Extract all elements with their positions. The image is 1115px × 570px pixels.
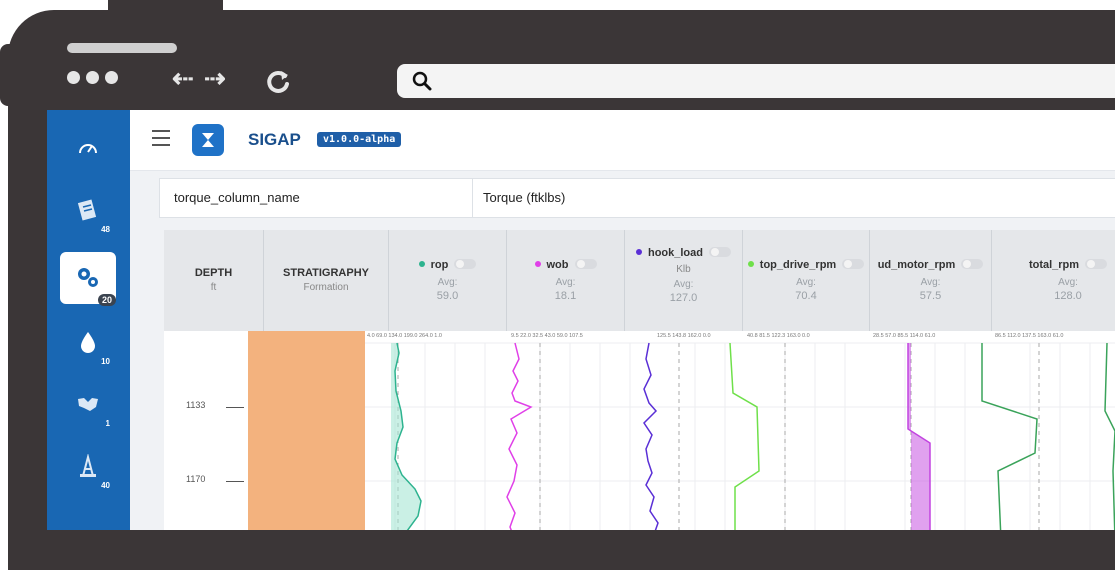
avg-label: Avg: [796,277,816,288]
depth-track: 1133 1170 [164,331,248,530]
sidebar-item-partners[interactable]: 1 [60,378,116,430]
channel-toggle[interactable] [1085,258,1108,269]
legend-swatch [418,260,425,267]
depth-tick-line [226,481,244,482]
log-header: DEPTH ft STRATIGRAPHY Formation rop Avg:… [164,230,1115,331]
window-dot[interactable] [67,71,80,84]
channel-name: ud_motor_rpm [877,259,956,271]
well-log-panel: DEPTH ft STRATIGRAPHY Formation rop Avg:… [164,230,1115,530]
channel-name: total_rpm [1028,259,1080,271]
log-curves [365,342,1115,530]
channel-name: hook_load [647,247,703,259]
channel-header-hook-load: hook_load Klb Avg: 127.0 [625,230,743,331]
avg-label: Avg: [1058,277,1078,288]
channel-header-rop: rop Avg: 59.0 [389,230,507,331]
handshake-icon [78,398,98,411]
forward-arrow-icon[interactable]: ⇢ [204,63,226,93]
sidebar-item-dashboard[interactable] [60,122,116,174]
sidebar-badge: 40 [101,481,110,490]
top-drive-rpm-curve [729,342,760,530]
sidebar-badge: 20 [97,294,116,306]
depth-tick-line [226,407,244,408]
depth-unit: ft [210,282,217,293]
window-dot[interactable] [86,71,99,84]
browser-tab[interactable] [67,43,177,53]
channel-name: wob [546,259,569,271]
formation-band [248,331,365,530]
avg-label: Avg: [920,277,941,288]
depth-header-label: DEPTH [194,267,233,279]
channel-name: top_drive_rpm [759,259,837,271]
sidebar-badge: 48 [101,225,110,234]
avg-value: 59.0 [436,290,459,302]
oil-rig-icon [80,454,96,477]
drop-icon [81,332,95,353]
app-logo [192,124,224,156]
sidebar-item-operations[interactable]: 20 [60,252,116,306]
channel-header-wob: wob Avg: 18.1 [507,230,625,331]
gauge-icon [79,144,97,154]
legend-swatch [747,260,754,267]
back-arrow-icon[interactable]: ⇠ [172,63,194,93]
channel-toggle[interactable] [709,246,731,257]
avg-value: 18.1 [554,290,577,302]
channel-name: rop [430,259,449,271]
stratigraphy-header: STRATIGRAPHY Formation [264,230,389,331]
menu-icon[interactable] [152,130,170,151]
channel-toggle[interactable] [574,258,597,269]
avg-value: 57.5 [919,290,942,302]
depth-tick-label: 1170 [186,474,206,484]
parameter-key: torque_column_name [174,190,300,205]
channel-toggle[interactable] [454,258,477,269]
hook-load-curve [643,342,659,530]
wob-curve [506,342,533,530]
window-dot[interactable] [105,71,118,84]
browser-tab-notch [108,0,223,14]
sidebar-badge: 1 [105,419,110,428]
browser-tab-ear [0,44,60,106]
sidebar-badge: 10 [101,357,110,366]
address-bar[interactable] [397,64,1115,98]
channel-header-total-rpm: total_rpm Avg: 128.0 [992,230,1115,331]
app-name: SIGAP [248,130,301,149]
top-bar: SIGAP v1.0.0-alpha [130,110,1115,171]
sidebar-item-reports[interactable]: 48 [60,184,116,236]
app-screen: 48 20 10 1 40 SIGAP v1.0.0-alpha torque_… [47,110,1115,530]
reload-icon[interactable] [265,68,293,96]
depth-tick-label: 1133 [186,400,206,410]
legend-swatch [534,260,541,267]
channel-header-ud-motor-rpm: ud_motor_rpm Avg: 57.5 [870,230,992,331]
stratigraphy-sub: Formation [303,282,349,293]
channel-unit: Klb [676,264,691,275]
sidebar-item-fluids[interactable]: 10 [60,316,116,368]
log-tracks: 4.0 69.0 134.0 199.0 264.0 1.0 9.5 22.0 … [365,331,1115,530]
channel-toggle[interactable] [842,258,865,269]
parameter-row: torque_column_name Torque (ftklbs) [159,178,1115,218]
channel-toggle[interactable] [961,258,984,269]
total-rpm-curve-2 [1104,342,1115,530]
avg-label: Avg: [437,277,458,288]
sidebar-item-rigs[interactable]: 40 [60,440,116,492]
depth-header: DEPTH ft [164,230,264,331]
window-controls [67,71,118,84]
avg-label: Avg: [555,277,576,288]
sidebar: 48 20 10 1 40 [47,110,130,530]
avg-label: Avg: [673,279,694,290]
avg-value: 127.0 [669,292,698,304]
parameter-value: Torque (ftklbs) [472,179,565,217]
stratigraphy-header-label: STRATIGRAPHY [283,267,369,279]
avg-value: 70.4 [795,290,817,302]
avg-value: 128.0 [1054,290,1082,302]
channel-header-top-drive-rpm: top_drive_rpm Avg: 70.4 [743,230,870,331]
total-rpm-curve [981,343,1038,530]
version-badge: v1.0.0-alpha [317,132,402,147]
search-icon [412,71,432,91]
gears-icon [78,268,98,287]
legend-swatch [635,248,642,255]
document-icon [77,199,97,221]
